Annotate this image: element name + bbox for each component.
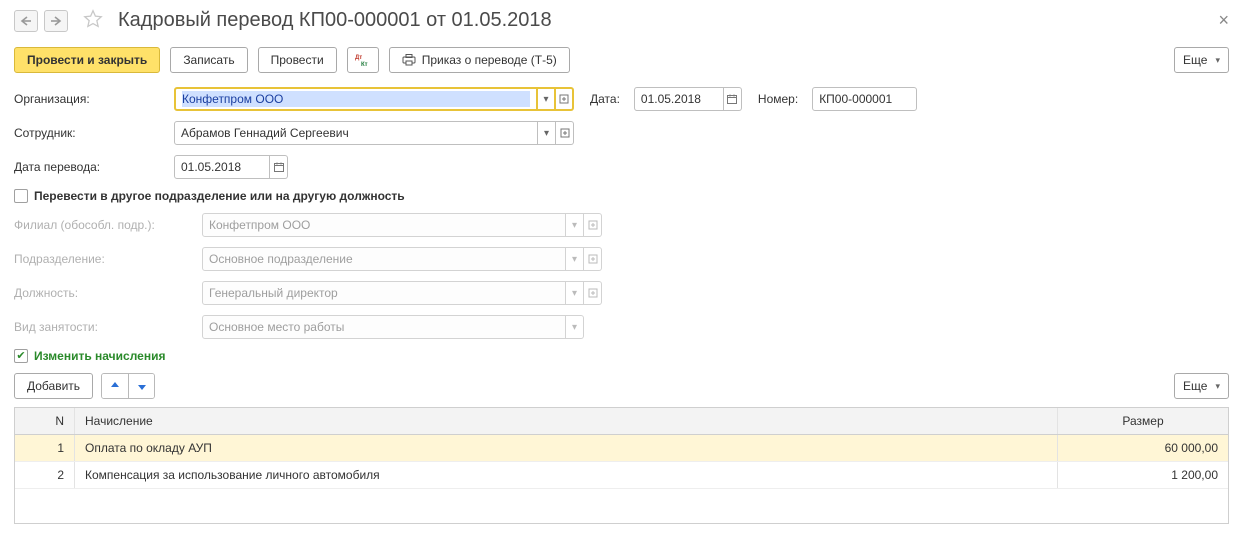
close-button[interactable]: ×	[1218, 10, 1229, 31]
organization-dropdown-button[interactable]: ▾	[538, 87, 556, 111]
branch-value: Конфетпром ООО	[209, 218, 559, 232]
change-accruals-label: Изменить начисления	[34, 349, 165, 363]
nav-forward-button[interactable]	[44, 10, 68, 32]
cell-n: 1	[15, 435, 75, 461]
department-open-button	[584, 247, 602, 271]
branch-label: Филиал (обособл. подр.):	[14, 218, 192, 232]
employment-label: Вид занятости:	[14, 320, 192, 334]
branch-open-button	[584, 213, 602, 237]
department-value: Основное подразделение	[209, 252, 559, 266]
table-empty-area	[15, 489, 1228, 523]
number-input[interactable]: КП00-000001	[812, 87, 917, 111]
nav-back-button[interactable]	[14, 10, 38, 32]
employment-input: Основное место работы	[202, 315, 566, 339]
cell-name: Оплата по окладу АУП	[75, 435, 1058, 461]
position-label: Должность:	[14, 286, 192, 300]
date-value: 01.05.2018	[641, 92, 717, 106]
svg-text:Дт: Дт	[355, 55, 362, 61]
cell-n: 2	[15, 462, 75, 488]
more-label-top: Еще	[1183, 53, 1207, 67]
post-and-close-button[interactable]: Провести и закрыть	[14, 47, 160, 73]
chevron-down-icon: ▾	[1215, 381, 1220, 392]
dtkt-icon: Дт Кт	[355, 53, 371, 67]
accruals-table: N Начисление Размер 1 Оплата по окладу А…	[14, 407, 1229, 524]
date-calendar-button[interactable]	[724, 87, 742, 111]
transfer-date-value: 01.05.2018	[181, 160, 263, 174]
table-header: N Начисление Размер	[15, 408, 1228, 435]
move-down-button[interactable]	[128, 374, 154, 398]
print-order-button[interactable]: Приказ о переводе (Т-5)	[389, 47, 570, 73]
favorite-star-icon[interactable]	[82, 8, 104, 33]
change-accruals-checkbox[interactable]	[14, 349, 28, 363]
page-title: Кадровый перевод КП00-000001 от 01.05.20…	[118, 9, 552, 32]
chevron-down-icon: ▾	[1215, 55, 1220, 66]
position-open-button	[584, 281, 602, 305]
col-n-header[interactable]: N	[15, 408, 75, 434]
department-label: Подразделение:	[14, 252, 192, 266]
department-input: Основное подразделение	[202, 247, 566, 271]
organization-value: Конфетпром ООО	[182, 91, 530, 107]
save-button[interactable]: Записать	[170, 47, 247, 73]
organization-open-button[interactable]	[556, 87, 574, 111]
svg-text:Кт: Кт	[361, 62, 368, 67]
cell-size: 1 200,00	[1058, 462, 1228, 488]
transfer-date-calendar-button[interactable]	[270, 155, 288, 179]
table-row[interactable]: 1 Оплата по окладу АУП 60 000,00	[15, 435, 1228, 462]
more-label-table: Еще	[1183, 379, 1207, 393]
transfer-subdivision-checkbox[interactable]	[14, 189, 28, 203]
department-dropdown-button: ▾	[566, 247, 584, 271]
save-label: Записать	[183, 53, 234, 67]
branch-dropdown-button: ▾	[566, 213, 584, 237]
date-label: Дата:	[590, 92, 620, 106]
employee-dropdown-button[interactable]: ▾	[538, 121, 556, 145]
move-up-button[interactable]	[102, 374, 128, 398]
cell-name: Компенсация за использование личного авт…	[75, 462, 1058, 488]
number-value: КП00-000001	[819, 92, 910, 106]
date-input[interactable]: 01.05.2018	[634, 87, 724, 111]
table-row[interactable]: 2 Компенсация за использование личного а…	[15, 462, 1228, 489]
position-dropdown-button: ▾	[566, 281, 584, 305]
organization-input[interactable]: Конфетпром ООО	[174, 87, 538, 111]
post-and-close-label: Провести и закрыть	[27, 53, 147, 67]
branch-input: Конфетпром ООО	[202, 213, 566, 237]
employee-input[interactable]: Абрамов Геннадий Сергеевич	[174, 121, 538, 145]
col-name-header[interactable]: Начисление	[75, 408, 1058, 434]
transfer-date-label: Дата перевода:	[14, 160, 194, 174]
col-size-header[interactable]: Размер	[1058, 408, 1228, 434]
add-row-label: Добавить	[27, 379, 80, 393]
more-button-top[interactable]: Еще ▾	[1174, 47, 1229, 73]
employee-label: Сотрудник:	[14, 126, 164, 140]
employee-open-button[interactable]	[556, 121, 574, 145]
position-value: Генеральный директор	[209, 286, 559, 300]
transfer-subdivision-label: Перевести в другое подразделение или на …	[34, 189, 405, 203]
dtkt-button[interactable]: Дт Кт	[347, 47, 379, 73]
post-button[interactable]: Провести	[258, 47, 337, 73]
more-button-table[interactable]: Еще ▾	[1174, 373, 1229, 399]
cell-size: 60 000,00	[1058, 435, 1228, 461]
add-row-button[interactable]: Добавить	[14, 373, 93, 399]
printer-icon	[402, 54, 416, 66]
number-label: Номер:	[758, 92, 798, 106]
print-order-label: Приказ о переводе (Т-5)	[422, 53, 557, 67]
position-input: Генеральный директор	[202, 281, 566, 305]
move-row-group	[101, 373, 155, 399]
post-label: Провести	[271, 53, 324, 67]
employment-value: Основное место работы	[209, 320, 559, 334]
organization-label: Организация:	[14, 92, 164, 106]
employment-dropdown-button: ▾	[566, 315, 584, 339]
employee-value: Абрамов Геннадий Сергеевич	[181, 126, 531, 140]
transfer-date-input[interactable]: 01.05.2018	[174, 155, 270, 179]
